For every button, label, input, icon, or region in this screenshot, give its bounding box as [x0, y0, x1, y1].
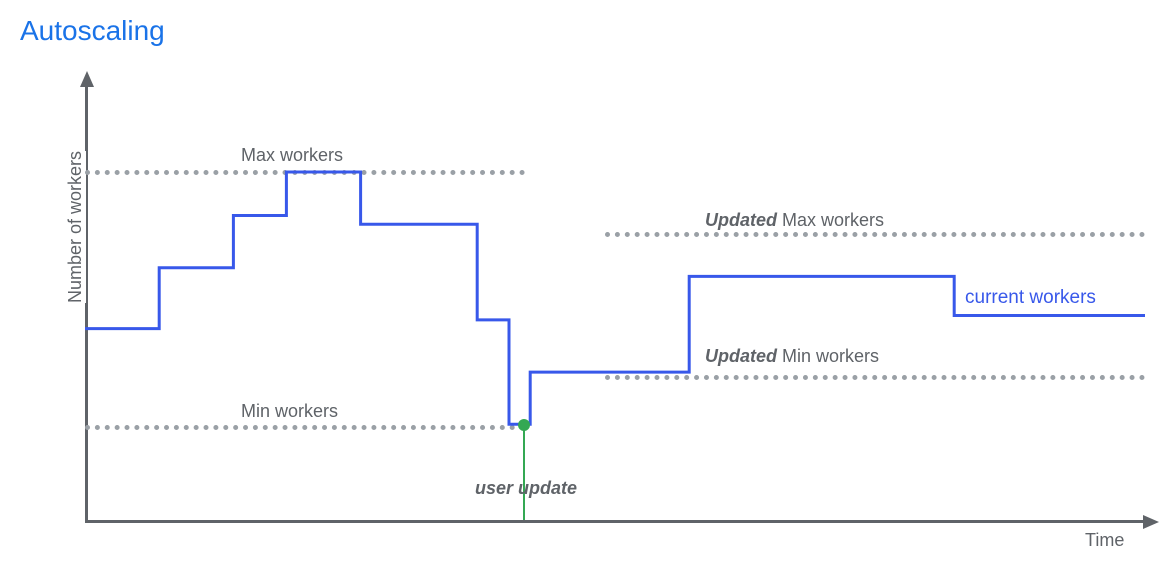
chart-area: Number of workers Time Max workers Min w… — [85, 85, 1145, 520]
current-workers-label: current workers — [965, 287, 1096, 309]
user-update-line — [523, 425, 525, 520]
user-update-label: user update — [475, 478, 577, 499]
page-title: Autoscaling — [20, 15, 165, 47]
x-axis-arrow-icon — [1143, 515, 1159, 529]
y-axis-label: Number of workers — [65, 151, 86, 303]
user-update-dot-icon — [518, 419, 530, 431]
x-axis-label: Time — [1085, 530, 1124, 551]
x-axis — [85, 520, 1145, 523]
